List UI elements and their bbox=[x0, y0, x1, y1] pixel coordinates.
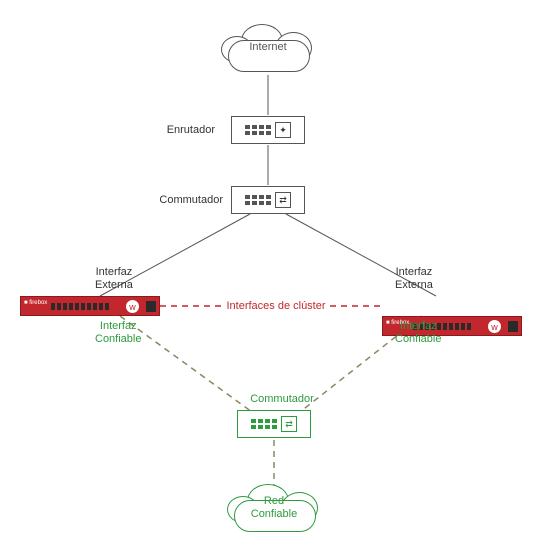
device-switch-top: ⇄ bbox=[231, 186, 305, 214]
label-trusted-net: Red Confiable bbox=[219, 478, 329, 538]
switch-icon: ⇄ bbox=[281, 416, 297, 432]
router-icon: ✦ bbox=[275, 122, 291, 138]
label-trust-if-left: Interfaz Confiable bbox=[95, 320, 141, 346]
cloud-trusted-net: Red Confiable bbox=[219, 478, 329, 538]
label-ext-if-left: Interfaz Externa bbox=[95, 266, 133, 292]
firebox-logo-icon: w bbox=[488, 320, 501, 333]
connection-lines bbox=[0, 0, 537, 546]
firebox-badge-icon: ■ firebox bbox=[24, 300, 47, 306]
device-router: ✦ bbox=[231, 116, 305, 144]
label-switch-top: Commutador bbox=[143, 194, 223, 207]
label-cluster-interfaces: Interfaces de clúster bbox=[222, 300, 330, 313]
label-router: Enrutador bbox=[155, 124, 215, 137]
device-switch-bottom: ⇄ bbox=[237, 410, 311, 438]
label-switch-bottom: Commutador bbox=[242, 393, 322, 406]
label-trust-if-right: Interfaz Confiable bbox=[395, 320, 441, 346]
switch-icon: ⇄ bbox=[275, 192, 291, 208]
label-ext-if-right: Interfaz Externa bbox=[395, 266, 433, 292]
device-firewall-left: ■ firebox w bbox=[20, 296, 160, 316]
cloud-internet: Internet bbox=[213, 18, 323, 78]
label-internet: Internet bbox=[213, 18, 323, 78]
firebox-logo-icon: w bbox=[126, 300, 139, 313]
